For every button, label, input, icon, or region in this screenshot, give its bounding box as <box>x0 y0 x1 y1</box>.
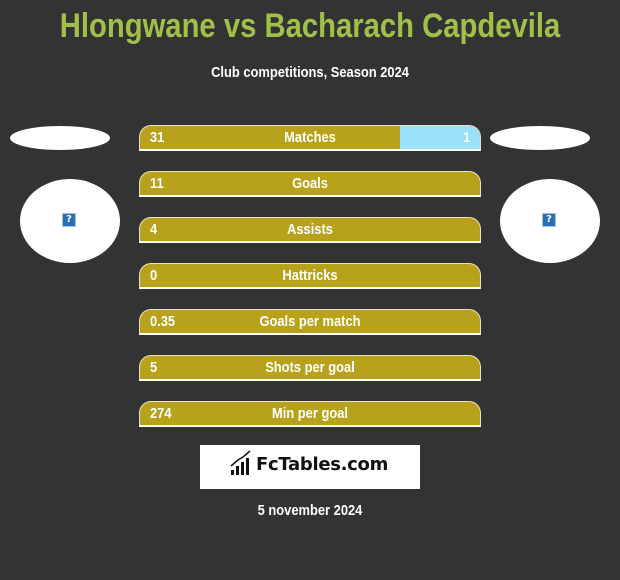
stat-label: Matches <box>284 129 336 146</box>
missing-image-icon: ? <box>542 213 556 227</box>
logo-text: FcTables.com <box>256 454 389 475</box>
stat-label: Assists <box>287 221 333 238</box>
stat-row-assists: 4 Assists <box>139 217 481 243</box>
left-player-avatar: ? <box>20 179 120 263</box>
stat-label: Goals per match <box>259 313 361 330</box>
stat-row-goals: 11 Goals <box>139 171 481 197</box>
stat-row-goals-per-match: 0.35 Goals per match <box>139 309 481 335</box>
date-label: 5 november 2024 <box>257 502 363 519</box>
stat-row-matches: 31 Matches 1 <box>139 125 481 151</box>
competition-subtitle: Club competitions, Season 2024 <box>211 64 409 81</box>
bar-chart-icon <box>230 450 251 475</box>
stat-row-shots-per-goal: 5 Shots per goal <box>139 355 481 381</box>
left-value: 31 <box>150 129 165 146</box>
right-player-avatar: ? <box>500 179 600 263</box>
stat-label: Hattricks <box>282 267 338 284</box>
left-value: 4 <box>150 221 158 238</box>
right-player-name-oval <box>490 126 590 150</box>
missing-image-icon: ? <box>62 213 76 227</box>
left-player-name-oval <box>10 126 110 150</box>
stat-label: Min per goal <box>272 405 348 422</box>
fctables-logo[interactable]: FcTables.com <box>200 445 420 489</box>
left-value: 0 <box>150 267 158 284</box>
left-value: 11 <box>150 175 164 192</box>
stat-row-min-per-goal: 274 Min per goal <box>139 401 481 427</box>
stat-label: Goals <box>292 175 328 192</box>
stat-row-hattricks: 0 Hattricks <box>139 263 481 289</box>
stat-label: Shots per goal <box>265 359 355 376</box>
right-value: 1 <box>462 129 470 146</box>
left-value: 5 <box>150 359 158 376</box>
page-title: Hlongwane vs Bacharach Capdevila <box>59 7 561 45</box>
